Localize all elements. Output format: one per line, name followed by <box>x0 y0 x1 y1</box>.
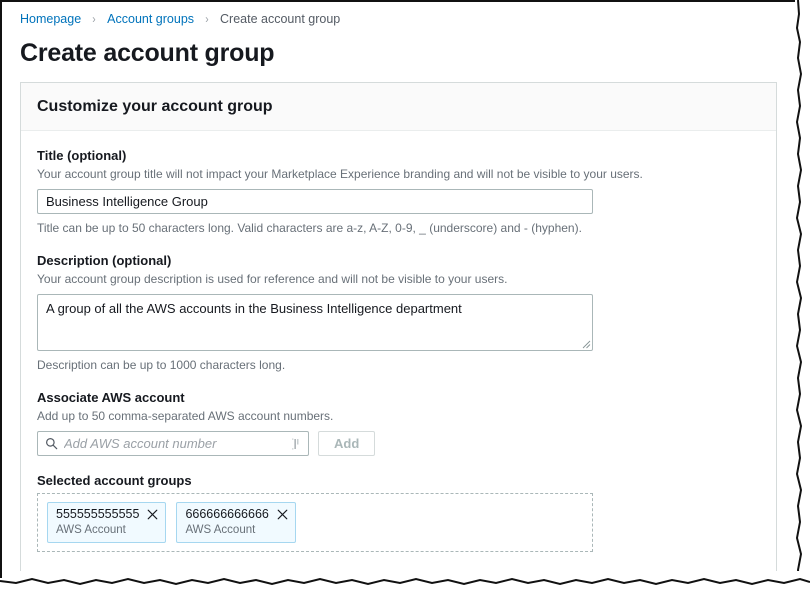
associate-account-field-group: Associate AWS account Add up to 50 comma… <box>37 389 760 456</box>
account-token-value: 666666666666 <box>185 507 269 521</box>
title-field-group: Title (optional) Your account group titl… <box>37 147 760 236</box>
breadcrumb-separator-icon: › <box>92 12 96 26</box>
description-textarea[interactable]: A group of all the AWS accounts in the B… <box>37 294 593 351</box>
account-token-value: 555555555555 <box>56 507 140 521</box>
title-field-hint: Title can be up to 50 characters long. V… <box>37 221 582 235</box>
panel-body: Title (optional) Your account group titl… <box>21 131 776 597</box>
close-icon <box>277 509 288 520</box>
associate-experience-description: Associate an experience for all users wi… <box>37 588 657 597</box>
selected-account-groups-label: Selected account groups <box>37 473 192 488</box>
account-token-top: 666666666666 <box>185 507 288 522</box>
search-icon <box>46 438 58 450</box>
description-field-description: Your account group description is used f… <box>37 272 508 286</box>
add-account-button[interactable]: Add <box>318 431 376 456</box>
panel-header-title: Customize your account group <box>37 98 273 115</box>
selected-account-groups-container: 555555555555 AWS Account 666666666666 AW… <box>37 493 593 552</box>
account-token-top: 555555555555 <box>56 507 158 522</box>
associate-account-label: Associate AWS account <box>37 390 185 405</box>
associate-account-row: Add AWS account number Add <box>37 431 760 456</box>
breadcrumb-item-account-groups[interactable]: Account groups <box>107 11 194 27</box>
associate-experience-label: Associate experience <box>37 569 170 584</box>
customize-account-group-panel: Customize your account group Title (opti… <box>20 82 777 597</box>
breadcrumb-separator-icon: › <box>205 12 209 26</box>
breadcrumb-item-homepage[interactable]: Homepage <box>20 11 81 27</box>
close-icon <box>148 509 158 520</box>
associate-experience-field-group: Associate experience Associate an experi… <box>37 568 760 597</box>
breadcrumb-item-current: Create account group <box>220 12 341 26</box>
token-dismiss-button[interactable] <box>147 509 158 520</box>
account-token-subtitle: AWS Account <box>56 524 126 536</box>
page-title: Create account group <box>20 39 275 67</box>
token-dismiss-button[interactable] <box>277 509 288 520</box>
screenshot-root: Homepage › Account groups › Create accou… <box>0 0 810 597</box>
description-field-group: Description (optional) Your account grou… <box>37 252 760 373</box>
breadcrumb: Homepage › Account groups › Create accou… <box>0 0 810 27</box>
aws-account-search-placeholder: Add AWS account number <box>64 436 217 451</box>
text-cursor-icon <box>292 438 299 449</box>
description-field-label: Description (optional) <box>37 253 172 268</box>
associate-account-description: Add up to 50 comma-separated AWS account… <box>37 409 334 423</box>
selected-account-groups-group: Selected account groups 555555555555 AWS… <box>37 472 760 552</box>
description-field-hint: Description can be up to 1000 characters… <box>37 358 286 372</box>
title-field-description: Your account group title will not impact… <box>37 167 643 181</box>
title-field-label: Title (optional) <box>37 148 127 163</box>
account-token-subtitle: AWS Account <box>185 524 256 536</box>
title-input[interactable] <box>37 189 593 214</box>
description-textarea-wrapper: A group of all the AWS accounts in the B… <box>37 294 593 351</box>
panel-header: Customize your account group <box>21 83 776 131</box>
account-token[interactable]: 666666666666 AWS Account <box>176 502 296 543</box>
account-token[interactable]: 555555555555 AWS Account <box>47 502 167 543</box>
aws-account-search-input[interactable]: Add AWS account number <box>37 431 309 456</box>
page-content: Homepage › Account groups › Create accou… <box>0 0 810 597</box>
